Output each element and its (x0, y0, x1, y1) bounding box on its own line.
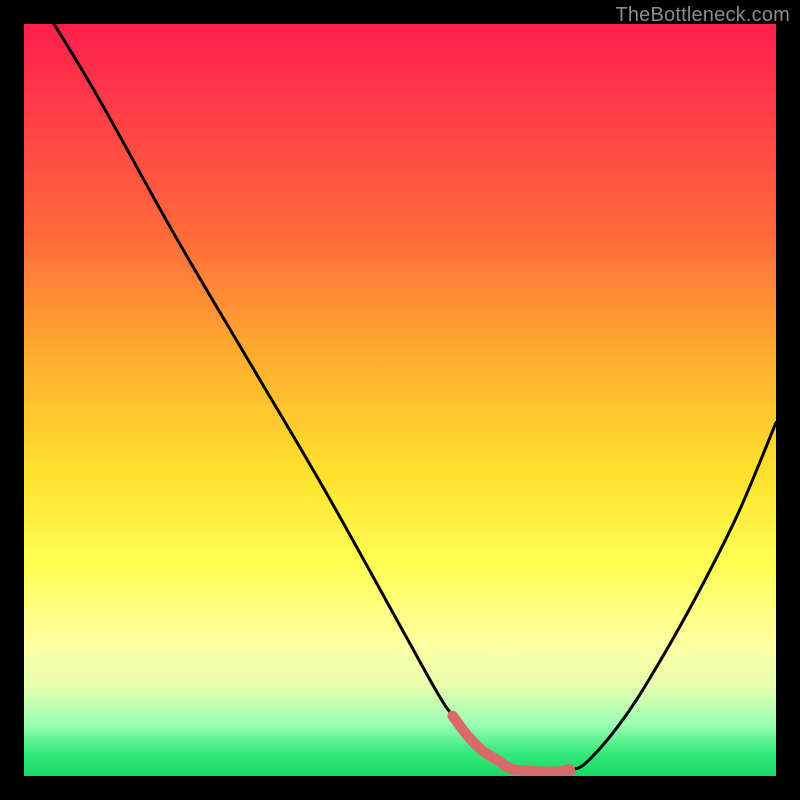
optimal-range-end-dot (563, 764, 575, 776)
optimal-range-highlight (453, 716, 570, 772)
bottleneck-curve (54, 24, 776, 773)
chart-frame: TheBottleneck.com (0, 0, 800, 800)
chart-svg (24, 24, 776, 776)
plot-area (24, 24, 776, 776)
